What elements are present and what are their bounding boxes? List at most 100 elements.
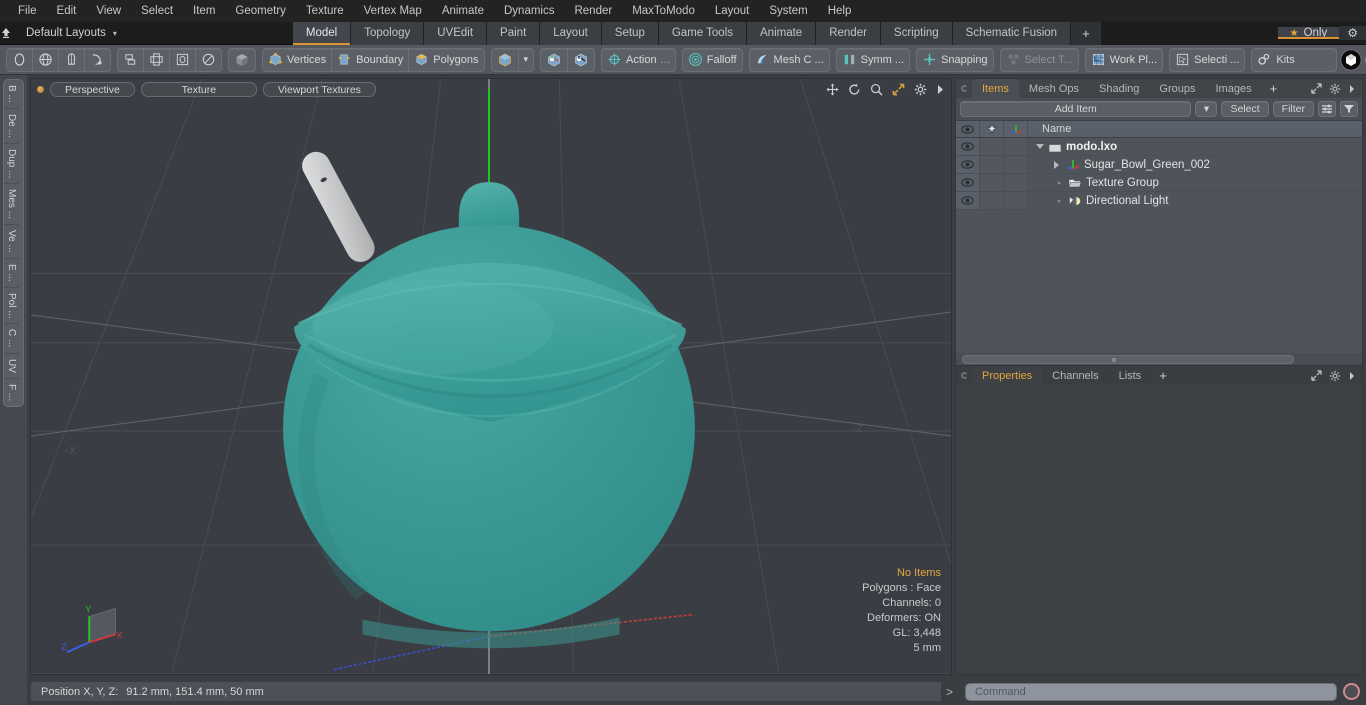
tab-scripting[interactable]: Scripting [880, 21, 953, 45]
command-input[interactable]: Command [965, 682, 1337, 701]
edge-mode-icon[interactable] [33, 48, 59, 71]
menu-item-render[interactable]: Render [564, 0, 622, 22]
row-visibility-toggle[interactable] [956, 138, 980, 155]
menu-item-texture[interactable]: Texture [296, 0, 354, 22]
symmetry-button[interactable]: Symm ... [837, 49, 909, 71]
rail-tab-deform[interactable]: De ... [4, 109, 19, 144]
row-transform-cell[interactable] [1004, 174, 1028, 191]
home-icon[interactable] [0, 27, 26, 39]
pivot-center-icon[interactable] [541, 48, 569, 71]
tab-paint[interactable]: Paint [487, 21, 541, 45]
only-toggle-button[interactable]: ★ Only [1276, 27, 1340, 39]
select-through-button[interactable]: Select T... [1001, 49, 1078, 71]
viewport-textures-selector[interactable]: Viewport Textures [262, 81, 376, 97]
tab-mesh-ops[interactable]: Mesh Ops [1019, 79, 1089, 98]
scrollbar-track[interactable] [962, 354, 1294, 364]
tab-game-tools[interactable]: Game Tools [658, 21, 748, 45]
menu-item-file[interactable]: File [8, 0, 47, 22]
funnel-icon[interactable] [1340, 101, 1358, 117]
center-icon[interactable] [144, 48, 170, 71]
align-icon[interactable] [118, 48, 144, 71]
record-icon[interactable] [1343, 683, 1360, 700]
add-tab-button[interactable]: + [1071, 21, 1101, 45]
add-item-button[interactable]: Add Item [960, 101, 1192, 117]
scrollbar-thumb[interactable] [1111, 357, 1116, 362]
expand-icon[interactable] [1311, 370, 1322, 381]
tab-images[interactable]: Images [1206, 79, 1262, 98]
items-tree[interactable]: modo.lxo Sugar_Bowl_Green_002 ▪ Texture … [956, 138, 1362, 353]
tab-animate[interactable]: Animate [747, 21, 817, 45]
polygons-button[interactable]: Polygons [409, 49, 483, 71]
chevron-down-icon[interactable]: ▾ [113, 29, 117, 38]
row-visibility-toggle[interactable] [956, 156, 980, 173]
add-item-dropdown-icon[interactable]: ▾ [1195, 101, 1218, 117]
row-visibility-toggle[interactable] [956, 174, 980, 191]
material-mode-icon[interactable] [85, 49, 110, 71]
row-visibility-toggle[interactable] [956, 192, 980, 209]
expander-down-icon[interactable] [1036, 144, 1044, 149]
snapping-button[interactable]: Snapping [917, 49, 993, 71]
filter-button[interactable]: Filter [1272, 101, 1314, 117]
menu-item-animate[interactable]: Animate [432, 0, 494, 22]
rail-tab-polygon[interactable]: Pol ... [4, 288, 19, 325]
menu-item-edit[interactable]: Edit [47, 0, 87, 22]
tab-render[interactable]: Render [816, 21, 881, 45]
falloff-button[interactable]: Falloff [683, 49, 742, 71]
list-options-icon[interactable] [1318, 101, 1336, 117]
row-transform-cell[interactable] [1004, 192, 1028, 209]
cube-solid-icon[interactable] [229, 49, 255, 71]
viewport-menu-arrow-icon[interactable] [936, 84, 945, 95]
menu-item-select[interactable]: Select [131, 0, 183, 22]
rail-tab-mesh[interactable]: Mes ... [4, 184, 19, 226]
menu-item-view[interactable]: View [86, 0, 131, 22]
viewport-perspective-selector[interactable]: Perspective [50, 81, 135, 97]
tab-layout[interactable]: Layout [540, 21, 602, 45]
menu-item-geometry[interactable]: Geometry [225, 0, 296, 22]
rail-tab-vertex[interactable]: Ve ... [4, 225, 19, 259]
boundary-button[interactable]: Boundary [332, 48, 410, 71]
polygon-mode-icon[interactable] [59, 48, 85, 71]
tab-shading[interactable]: Shading [1089, 79, 1149, 98]
rail-tab-curve[interactable]: C ... [4, 324, 19, 354]
row-transform-cell[interactable] [1004, 156, 1028, 173]
expander-right-icon[interactable] [1054, 160, 1059, 169]
row-mesh-item[interactable]: Sugar_Bowl_Green_002 [1028, 156, 1362, 173]
table-row[interactable]: ▪ Texture Group [956, 174, 1362, 192]
menu-item-vertex-map[interactable]: Vertex Map [354, 0, 432, 22]
gear-icon[interactable]: ⚙ [1339, 26, 1366, 40]
tab-uvedit[interactable]: UVEdit [424, 21, 488, 45]
perspective-viewport[interactable]: -X -Z Y X Z Perspective Texture Viewport… [30, 78, 952, 675]
row-texture-group[interactable]: ▪ Texture Group [1028, 174, 1362, 191]
menu-item-help[interactable]: Help [818, 0, 862, 22]
add-properties-tab-button[interactable]: + [1151, 366, 1175, 385]
row-lock-cell[interactable] [980, 138, 1004, 155]
pan-icon[interactable] [826, 82, 839, 96]
rail-tab-edge[interactable]: E ... [4, 259, 19, 288]
row-lock-cell[interactable] [980, 156, 1004, 173]
row-transform-cell[interactable] [1004, 138, 1028, 155]
cube-icon[interactable] [492, 48, 519, 71]
work-plane-button[interactable]: Work Pl... [1086, 49, 1162, 71]
expand-icon[interactable] [1311, 83, 1322, 94]
menu-item-maxtomodo[interactable]: MaxToModo [622, 0, 705, 22]
tab-model[interactable]: Model [292, 21, 352, 45]
viewport-menu-dot-icon[interactable] [37, 85, 44, 93]
selection-set-button[interactable]: Selecti ... [1170, 49, 1244, 71]
table-row[interactable]: modo.lxo [956, 138, 1362, 156]
kits-button[interactable]: Kits [1252, 49, 1336, 71]
table-row[interactable]: Sugar_Bowl_Green_002 [956, 156, 1362, 174]
vertex-mode-icon[interactable] [7, 48, 33, 71]
menu-item-item[interactable]: Item [183, 0, 225, 22]
tab-groups[interactable]: Groups [1149, 79, 1205, 98]
tab-topology[interactable]: Topology [351, 21, 425, 45]
row-scene[interactable]: modo.lxo [1028, 138, 1362, 155]
zoom-icon[interactable] [870, 83, 883, 96]
modo-logo-icon[interactable] [1340, 48, 1363, 71]
tab-setup[interactable]: Setup [601, 21, 659, 45]
select-button[interactable]: Select [1221, 101, 1269, 117]
menu-arrow-icon[interactable] [1348, 371, 1356, 381]
menu-item-layout[interactable]: Layout [705, 0, 760, 22]
items-horizontal-scrollbar[interactable] [956, 353, 1362, 365]
table-row[interactable]: ▪ Directional Light [956, 192, 1362, 210]
tab-items[interactable]: Items [972, 79, 1019, 98]
